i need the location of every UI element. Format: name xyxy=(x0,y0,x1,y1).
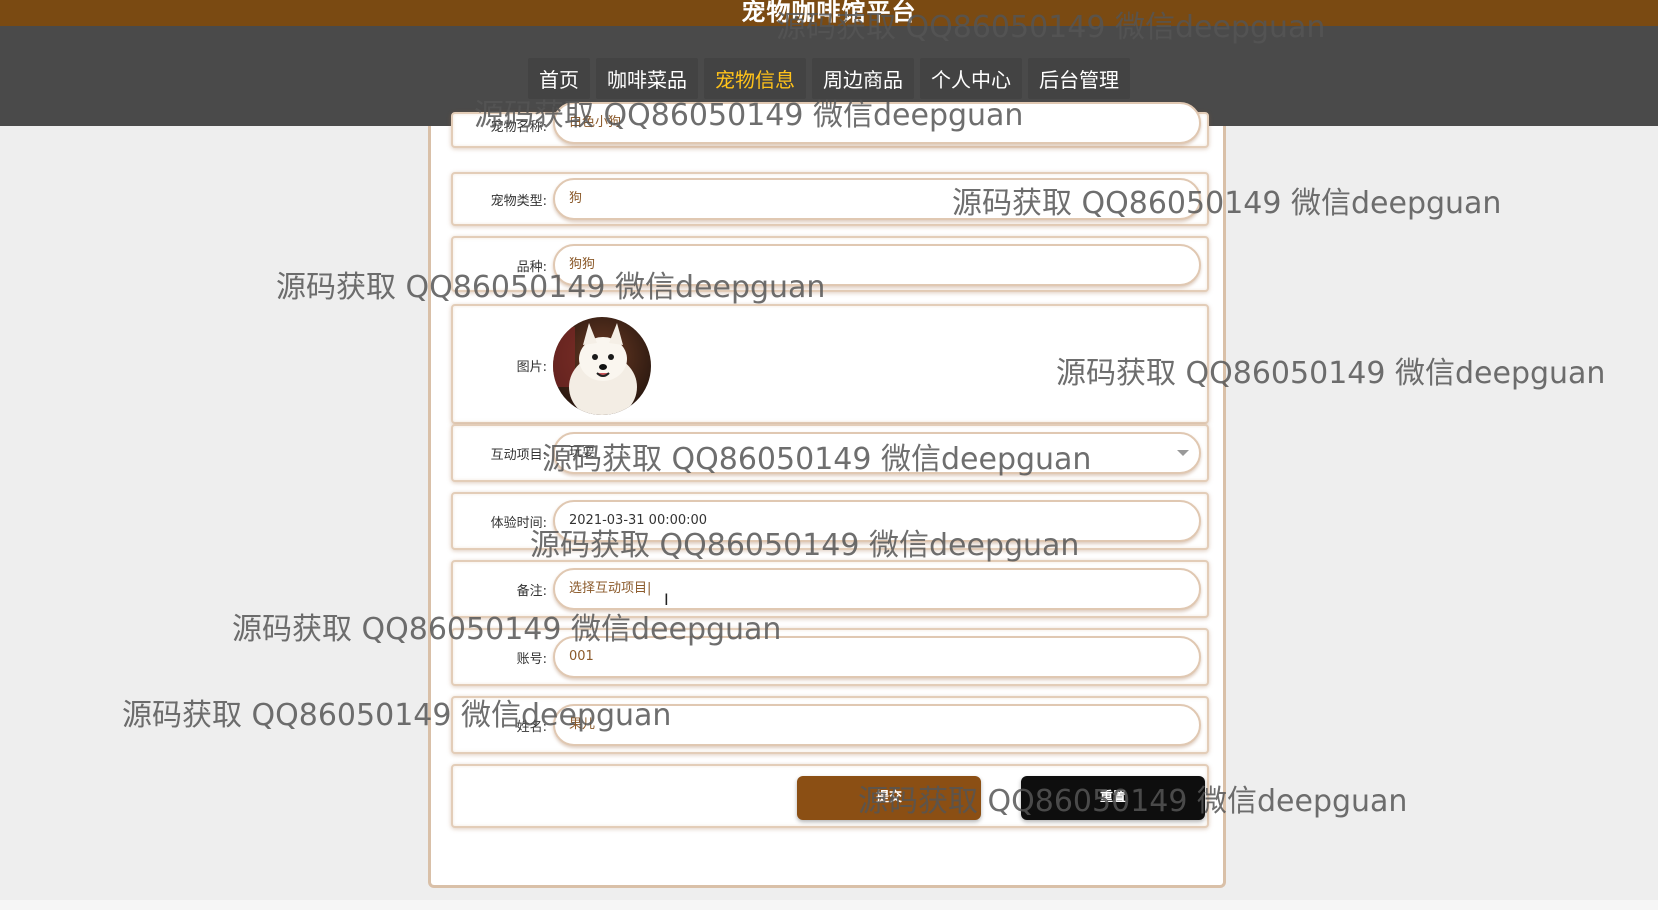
nav-item-personal-center[interactable]: 个人中心 xyxy=(920,58,1022,99)
form-row-experience-time: 体验时间: 2021-03-31 00:00:00 xyxy=(451,492,1209,550)
interaction-select[interactable]: 玩耍 xyxy=(553,432,1201,474)
image-label: 图片: xyxy=(516,360,547,375)
reset-button[interactable]: 重置 xyxy=(1021,776,1205,820)
nav-item-coffee-menu[interactable]: 咖啡菜品 xyxy=(596,58,698,99)
interaction-value: 玩耍 xyxy=(569,445,596,460)
nav-item-admin[interactable]: 后台管理 xyxy=(1028,58,1130,99)
account-label: 账号: xyxy=(516,652,547,667)
dog-photo[interactable] xyxy=(553,317,651,415)
form-row-interaction: 互动项目: 玩耍 xyxy=(451,424,1209,482)
form-row-actions: 提交 重置 xyxy=(451,764,1209,828)
form-row-remark: 备注: 选择互动项目| xyxy=(451,560,1209,618)
nav-item-pet-info[interactable]: 宠物信息 xyxy=(704,58,806,99)
interaction-label: 互动项目: xyxy=(490,448,547,463)
top-banner: 宠物咖啡馆平台 xyxy=(0,0,1658,26)
form-row-image: 图片: xyxy=(451,304,1209,424)
experience-time-input[interactable]: 2021-03-31 00:00:00 xyxy=(553,500,1201,542)
breed-input[interactable]: 狗狗 xyxy=(553,244,1201,286)
form-row-name: 姓名: 果儿 xyxy=(451,696,1209,754)
submit-button[interactable]: 提交 xyxy=(797,776,981,820)
pet-name-label: 宠物名称: xyxy=(490,120,547,135)
experience-time-label: 体验时间: xyxy=(490,516,547,531)
site-title: 宠物咖啡馆平台 xyxy=(741,0,917,26)
account-input[interactable]: 001 xyxy=(553,636,1201,678)
page-bottom xyxy=(0,900,1658,910)
nav-item-home[interactable]: 首页 xyxy=(528,58,590,99)
form-row-account: 账号: 001 xyxy=(451,628,1209,686)
form-row-breed: 品种: 狗狗 xyxy=(451,236,1209,292)
pet-form-panel: 宠物名称: 白色小狗 宠物类型: 狗 品种: 狗狗 图片: 互动项目: 玩耍 体… xyxy=(428,102,1226,888)
form-row-pet-name: 宠物名称: 白色小狗 xyxy=(451,102,1209,148)
remark-input[interactable]: 选择互动项目| xyxy=(553,568,1201,610)
nav-item-merchandise[interactable]: 周边商品 xyxy=(812,58,914,99)
text-cursor-icon: I xyxy=(664,590,669,609)
pet-type-label: 宠物类型: xyxy=(490,194,547,209)
form-row-pet-type: 宠物类型: 狗 xyxy=(451,172,1209,226)
pet-name-input[interactable]: 白色小狗 xyxy=(553,102,1201,144)
remark-label: 备注: xyxy=(516,584,547,599)
nav-items: 首页 咖啡菜品 宠物信息 周边商品 个人中心 后台管理 xyxy=(0,58,1658,99)
pet-type-input[interactable]: 狗 xyxy=(553,178,1201,220)
chevron-down-icon xyxy=(1177,450,1189,456)
breed-label: 品种: xyxy=(516,260,547,275)
dog-photo-graphic xyxy=(553,317,651,415)
name-label: 姓名: xyxy=(516,720,547,735)
name-input[interactable]: 果儿 xyxy=(553,704,1201,746)
